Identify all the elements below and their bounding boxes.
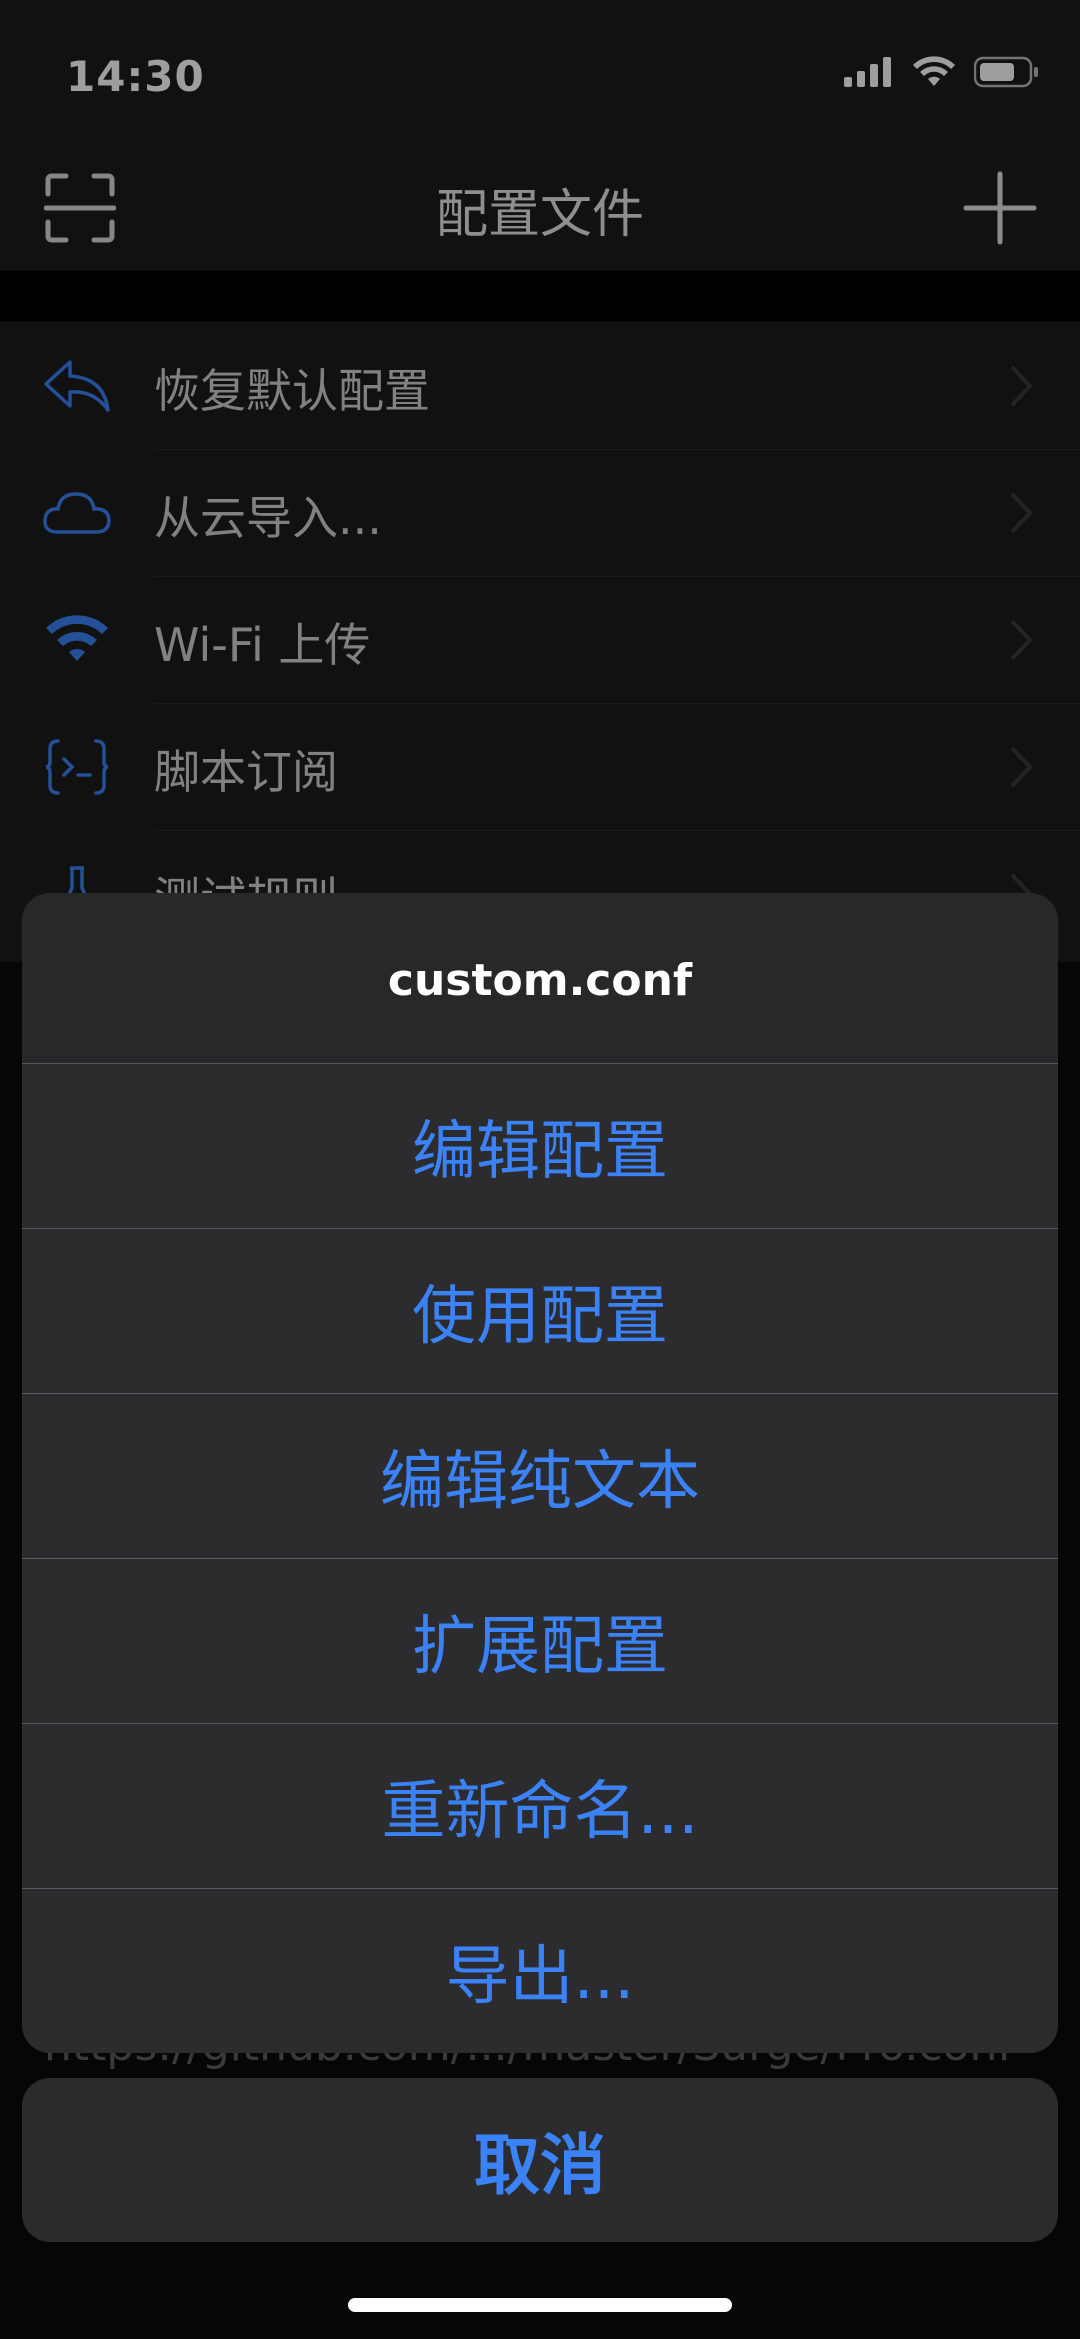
edit-config-button[interactable]: 编辑配置 <box>22 1063 1058 1228</box>
edit-plain-text-button[interactable]: 编辑纯文本 <box>22 1393 1058 1558</box>
cancel-button[interactable]: 取消 <box>22 2078 1058 2242</box>
action-sheet-title: custom.conf <box>387 955 693 1006</box>
home-indicator[interactable] <box>348 2298 732 2312</box>
action-sheet-header: custom.conf <box>22 893 1058 1063</box>
action-sheet: custom.conf 编辑配置 使用配置 编辑纯文本 扩展配置 重新命名...… <box>22 893 1058 2053</box>
export-button[interactable]: 导出... <box>22 1888 1058 2053</box>
extend-config-button[interactable]: 扩展配置 <box>22 1558 1058 1723</box>
rename-button[interactable]: 重新命名... <box>22 1723 1058 1888</box>
use-config-button[interactable]: 使用配置 <box>22 1228 1058 1393</box>
